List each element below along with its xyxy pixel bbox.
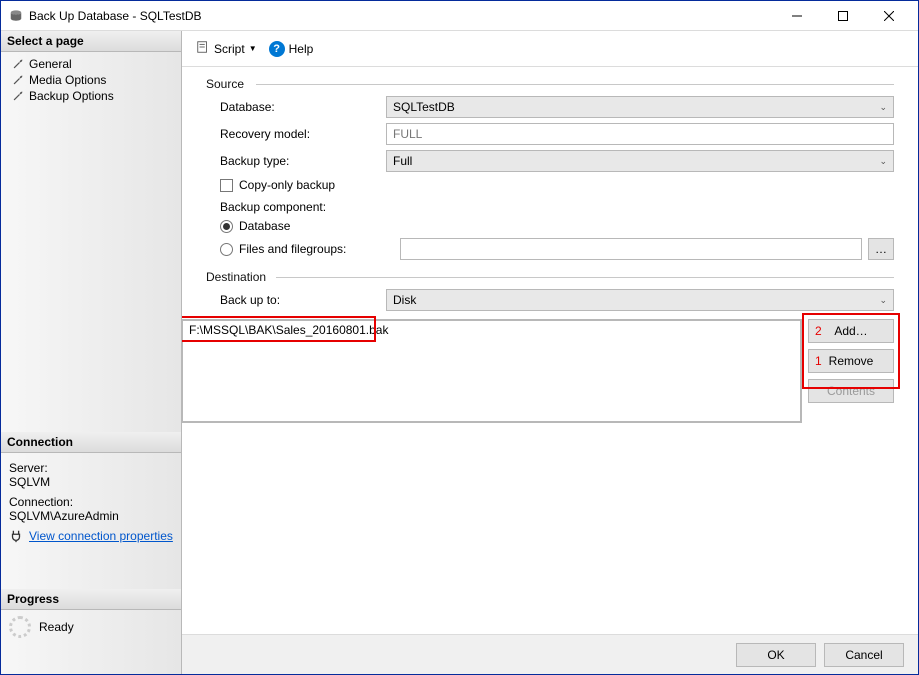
- chevron-down-icon: ⌄: [879, 156, 887, 167]
- radio-icon: [220, 220, 233, 233]
- help-button[interactable]: ? Help: [265, 39, 318, 59]
- progress-status: Ready: [39, 620, 74, 634]
- database-value: SQLTestDB: [393, 100, 879, 114]
- backup-type-value: Full: [393, 154, 879, 168]
- script-label: Script: [214, 42, 245, 56]
- wrench-icon: [11, 73, 25, 87]
- sidebar-item-general[interactable]: General: [1, 56, 181, 72]
- maximize-button[interactable]: [820, 2, 866, 30]
- backup-to-value: Disk: [393, 293, 879, 307]
- copy-only-label: Copy-only backup: [239, 178, 335, 192]
- connection-header: Connection: [1, 432, 181, 453]
- ok-button[interactable]: OK: [736, 643, 816, 667]
- minimize-button[interactable]: [774, 2, 820, 30]
- close-button[interactable]: [866, 2, 912, 30]
- connection-value: SQLVM\AzureAdmin: [9, 509, 173, 523]
- backup-to-dropdown[interactable]: Disk ⌄: [386, 289, 894, 311]
- wrench-icon: [11, 89, 25, 103]
- select-page-header: Select a page: [1, 31, 181, 52]
- recovery-model-label: Recovery model:: [206, 127, 386, 141]
- window-title: Back Up Database - SQLTestDB: [29, 9, 774, 23]
- cancel-label: Cancel: [845, 648, 882, 662]
- database-label: Database:: [206, 100, 386, 114]
- connection-label: Connection:: [9, 495, 173, 509]
- backup-component-label: Backup component:: [206, 200, 894, 214]
- page-list: General Media Options Backup Options: [1, 52, 181, 108]
- sidebar: Select a page General Media Options Back…: [1, 31, 182, 674]
- add-button-label: Add…: [834, 324, 867, 338]
- page-label: Media Options: [29, 73, 106, 87]
- progress-spinner-icon: [9, 616, 31, 638]
- checkbox-icon: [220, 179, 233, 192]
- sidebar-item-media-options[interactable]: Media Options: [1, 72, 181, 88]
- wrench-icon: [11, 57, 25, 71]
- ok-label: OK: [767, 648, 784, 662]
- files-filegroups-browse-button[interactable]: …: [868, 238, 894, 260]
- content: Source Database: SQLTestDB ⌄ Recovery mo…: [182, 67, 918, 634]
- annotation-number-remove: 1: [815, 354, 822, 368]
- destination-file-item[interactable]: F:\MSSQL\BAK\Sales_20160801.bak: [183, 321, 800, 339]
- database-dropdown[interactable]: SQLTestDB ⌄: [386, 96, 894, 118]
- recovery-model-field: FULL: [386, 123, 894, 145]
- radio-files-filegroups[interactable]: Files and filegroups:: [220, 242, 400, 256]
- remove-button[interactable]: 1 Remove: [808, 349, 894, 373]
- view-connection-link[interactable]: View connection properties: [29, 529, 173, 543]
- page-label: Backup Options: [29, 89, 114, 103]
- chevron-down-icon: ⌄: [879, 295, 887, 306]
- annotation-number-add: 2: [815, 324, 822, 338]
- backup-to-label: Back up to:: [206, 293, 386, 307]
- help-label: Help: [289, 42, 314, 56]
- cancel-button[interactable]: Cancel: [824, 643, 904, 667]
- files-filegroups-field: [400, 238, 862, 260]
- toolbar: Script ▼ ? Help: [182, 31, 918, 67]
- page-label: General: [29, 57, 72, 71]
- progress-header: Progress: [1, 589, 181, 610]
- contents-button-label: Contents: [827, 384, 875, 398]
- destination-buttons: 2 Add… 1 Remove Contents: [808, 319, 894, 403]
- radio-files-label: Files and filegroups:: [239, 242, 346, 256]
- server-value: SQLVM: [9, 475, 173, 489]
- recovery-model-value: FULL: [393, 127, 422, 141]
- help-icon: ?: [269, 41, 285, 57]
- progress-body: Ready: [1, 610, 181, 644]
- chevron-down-icon: ▼: [249, 44, 257, 53]
- plug-icon: [9, 529, 23, 543]
- copy-only-checkbox[interactable]: Copy-only backup: [206, 178, 894, 192]
- backup-database-window: Back Up Database - SQLTestDB Select a pa…: [0, 0, 919, 675]
- radio-database[interactable]: Database: [206, 219, 894, 233]
- sidebar-item-backup-options[interactable]: Backup Options: [1, 88, 181, 104]
- script-button[interactable]: Script ▼: [192, 38, 261, 59]
- connection-body: Server: SQLVM Connection: SQLVM\AzureAdm…: [1, 453, 181, 549]
- window-controls: [774, 2, 912, 30]
- backup-type-dropdown[interactable]: Full ⌄: [386, 150, 894, 172]
- database-icon: [9, 9, 23, 23]
- view-connection-properties[interactable]: View connection properties: [9, 529, 173, 543]
- titlebar: Back Up Database - SQLTestDB: [1, 1, 918, 31]
- backup-type-label: Backup type:: [206, 154, 386, 168]
- body-area: Select a page General Media Options Back…: [1, 31, 918, 674]
- destination-file-list[interactable]: F:\MSSQL\BAK\Sales_20160801.bak: [182, 319, 802, 423]
- chevron-down-icon: ⌄: [879, 102, 887, 113]
- main-panel: Script ▼ ? Help Source Database: SQLTest…: [182, 31, 918, 674]
- remove-button-label: Remove: [829, 354, 874, 368]
- radio-icon: [220, 243, 233, 256]
- script-icon: [196, 40, 210, 57]
- source-group-title: Source: [206, 77, 894, 91]
- add-button[interactable]: 2 Add…: [808, 319, 894, 343]
- server-label: Server:: [9, 461, 173, 475]
- destination-group: Destination Back up to: Disk ⌄ F:\MSSQL\…: [206, 270, 894, 423]
- footer: OK Cancel: [182, 634, 918, 674]
- source-group: Source Database: SQLTestDB ⌄ Recovery mo…: [206, 77, 894, 260]
- radio-database-label: Database: [239, 219, 290, 233]
- contents-button[interactable]: Contents: [808, 379, 894, 403]
- destination-group-title: Destination: [206, 270, 894, 284]
